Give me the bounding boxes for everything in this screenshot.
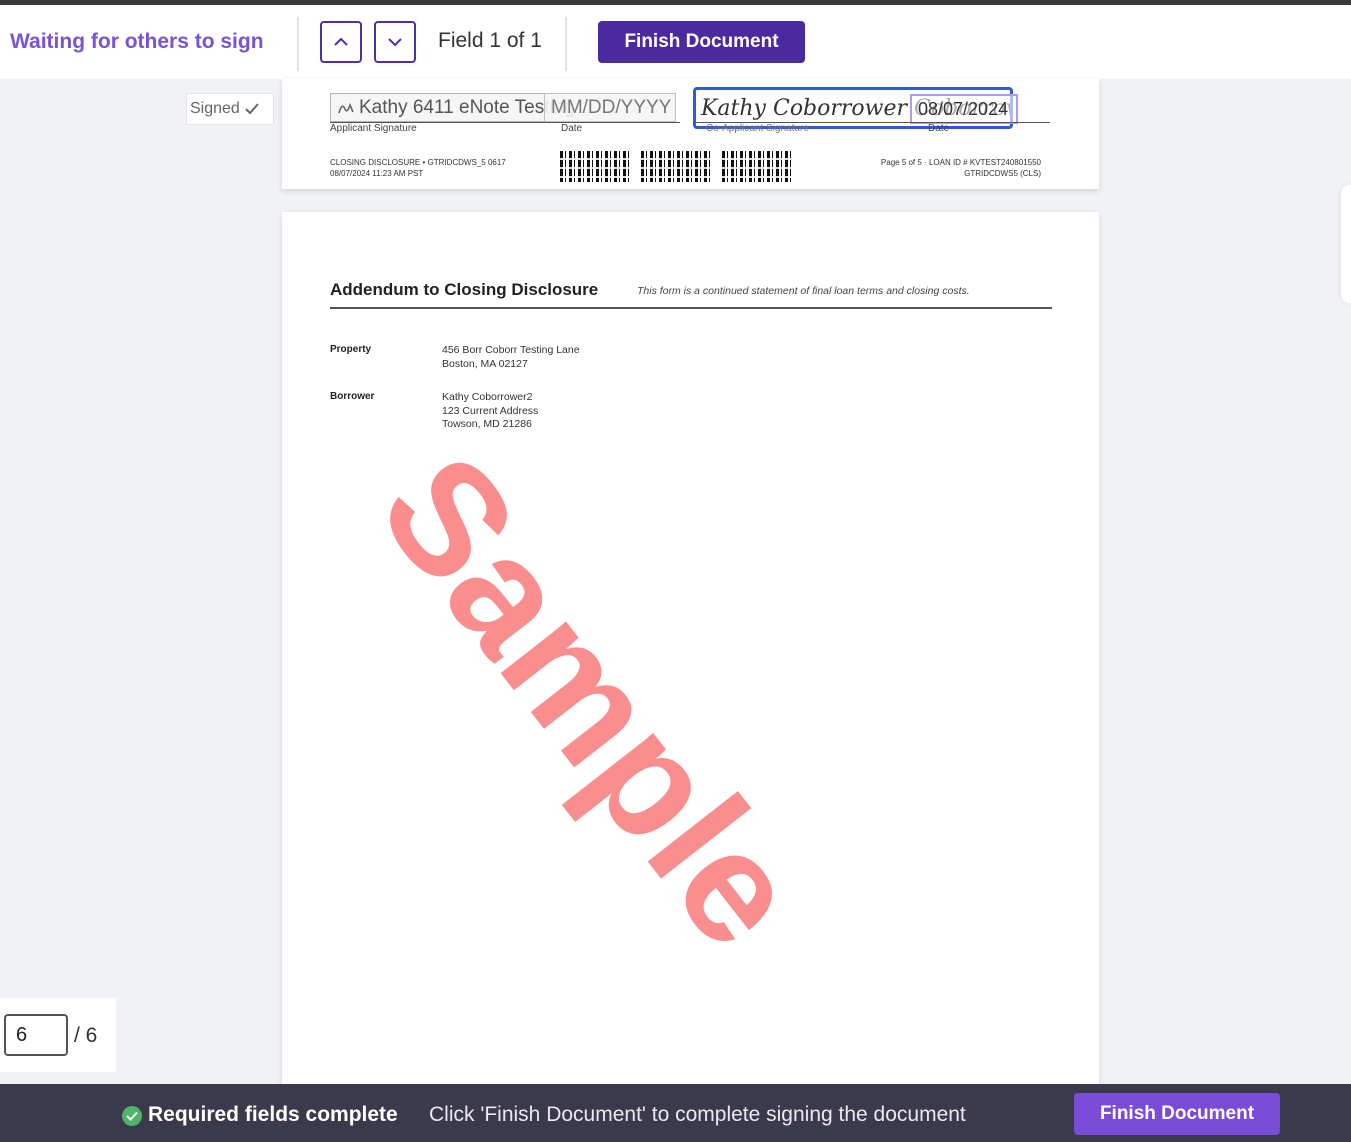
page-number-input[interactable] xyxy=(4,1014,68,1056)
title-rule xyxy=(330,307,1052,309)
finish-document-button[interactable]: Finish Document xyxy=(598,21,805,63)
borrower-line: 123 Current Address xyxy=(442,404,539,417)
signing-toolbar: Waiting for others to sign Field 1 of 1 … xyxy=(0,5,1351,79)
footer-timestamp: 08/07/2024 11:23 AM PST xyxy=(330,169,424,178)
property-address: 456 Borr Coborr Testing Lane Boston, MA … xyxy=(442,344,580,371)
chevron-down-icon xyxy=(388,38,402,47)
sample-watermark: Sample xyxy=(346,423,836,980)
applicant-signature-value: Kathy 6411 eNote Testing xyxy=(359,96,575,118)
barcode xyxy=(560,151,631,182)
coapplicant-date-label: Date xyxy=(928,123,950,134)
required-fields-status: Required fields complete xyxy=(148,1103,398,1126)
footer-form-id: CLOSING DISCLOSURE • GTRIDCDWS_5 0617 xyxy=(330,158,506,167)
footer-doc-code: GTRIDCDWS5 (CLS) xyxy=(964,169,1041,178)
document-page-5: Kathy 6411 eNote Testing MM/DD/YYYY Appl… xyxy=(282,79,1099,189)
applicant-date-field[interactable]: MM/DD/YYYY xyxy=(544,93,676,122)
toolbar-divider xyxy=(297,17,299,71)
previous-field-button[interactable] xyxy=(320,21,362,63)
borrower-line: Kathy Coborrower2 xyxy=(442,391,533,403)
addendum-title: Addendum to Closing Disclosure xyxy=(330,280,599,299)
applicant-signature-label: Applicant Signature xyxy=(330,123,417,134)
addendum-subtitle: This form is a continued statement of fi… xyxy=(637,285,970,297)
completion-bar: Required fields complete Click 'Finish D… xyxy=(0,1084,1351,1142)
property-line: 456 Borr Coborr Testing Lane xyxy=(442,344,580,356)
coapplicant-signature-label: Co-Applicant Signature xyxy=(706,123,809,134)
document-page-6: Addendum to Closing Disclosure This form… xyxy=(282,212,1099,1084)
barcode xyxy=(641,151,712,182)
barcode xyxy=(722,151,793,182)
applicant-date-label: Date xyxy=(561,123,583,134)
finish-hint: Click 'Finish Document' to complete sign… xyxy=(429,1103,966,1126)
side-panel-tab[interactable] xyxy=(1341,185,1351,303)
signing-status: Waiting for others to sign xyxy=(10,30,264,53)
check-circle-icon xyxy=(122,1106,142,1126)
page-total: / 6 xyxy=(74,1024,98,1047)
finish-document-button-bottom[interactable]: Finish Document xyxy=(1074,1093,1280,1135)
signed-status-tag: Signed xyxy=(186,93,274,125)
property-line: Boston, MA 02127 xyxy=(442,357,528,370)
page-footer-left: CLOSING DISCLOSURE • GTRIDCDWS_5 0617 08… xyxy=(330,157,506,179)
page-indicator: / 6 xyxy=(0,998,116,1072)
checkmark-icon xyxy=(245,103,259,115)
next-field-button[interactable] xyxy=(374,21,416,63)
toolbar-divider xyxy=(565,17,567,71)
signature-pen-icon xyxy=(338,102,354,113)
borrower-label: Borrower xyxy=(330,391,375,402)
footer-page-loan: Page 5 of 5 · LOAN ID # KVTEST240801550 xyxy=(880,158,1041,167)
field-counter: Field 1 of 1 xyxy=(438,29,542,52)
property-label: Property xyxy=(330,344,372,355)
chevron-up-icon xyxy=(334,37,348,46)
signed-label: Signed xyxy=(190,100,240,117)
coapplicant-date-field[interactable]: 08/07/2024 xyxy=(910,94,1018,124)
page-footer-right: Page 5 of 5 · LOAN ID # KVTEST240801550 … xyxy=(854,157,1041,179)
